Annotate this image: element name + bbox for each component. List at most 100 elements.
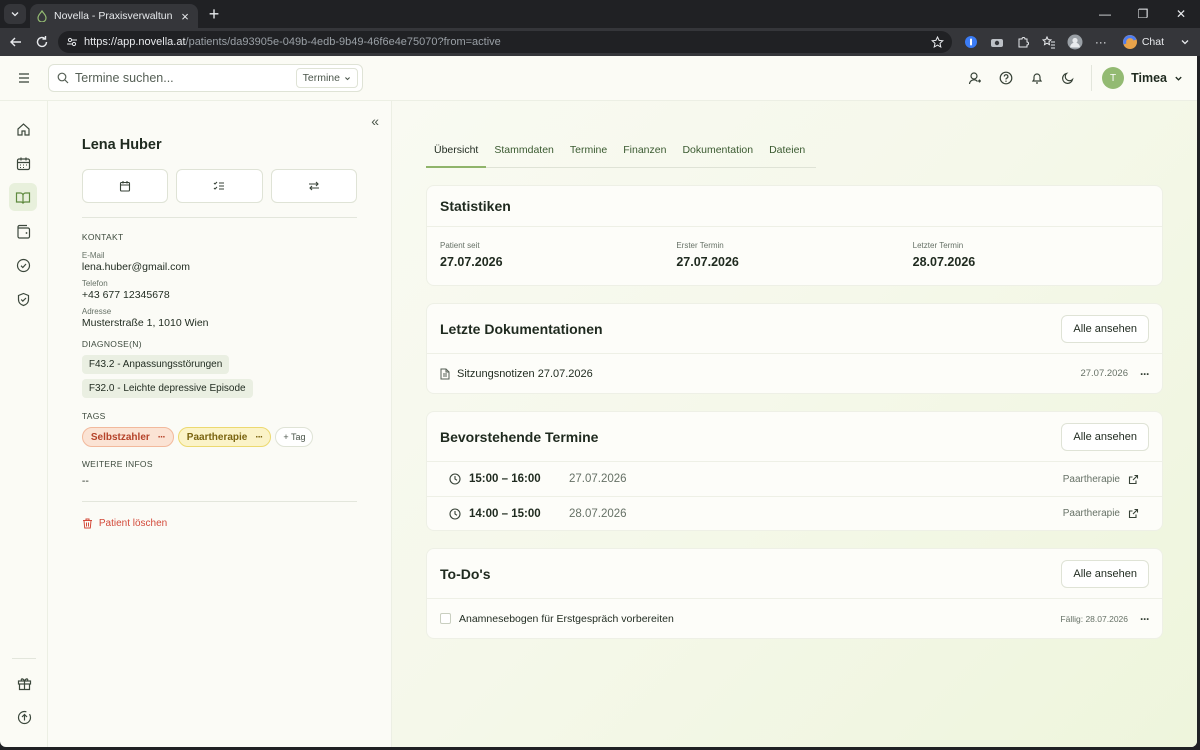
collapse-panel-icon[interactable]: « xyxy=(371,113,379,129)
app-topbar: Termine suchen... Termine T Timea xyxy=(0,56,1197,101)
user-menu[interactable]: T Timea xyxy=(1102,67,1183,89)
close-window-icon[interactable]: ✕ xyxy=(1162,0,1200,28)
dark-mode-moon-icon[interactable] xyxy=(1052,71,1083,85)
browser-tab[interactable]: Novella - Praxisverwaltung für The × xyxy=(30,4,198,28)
tab-master-data[interactable]: Stammdaten xyxy=(486,136,562,167)
address-bar[interactable]: https://app.novella.at/patients/da93905e… xyxy=(58,31,952,53)
minimize-icon[interactable]: — xyxy=(1086,0,1124,28)
card-header: Letzte Dokumentationen Alle ansehen xyxy=(427,304,1162,354)
gift-icon xyxy=(17,677,31,690)
appointments-card: Bevorstehende Termine Alle ansehen 15:00… xyxy=(426,411,1163,531)
sidebar-item-gift[interactable] xyxy=(10,669,38,697)
delete-patient-button[interactable]: Patient löschen xyxy=(82,518,357,529)
wallet-icon xyxy=(17,224,31,239)
profile-avatar-icon[interactable] xyxy=(1066,33,1084,51)
sidebar-item-finances[interactable] xyxy=(9,217,37,245)
view-all-documentation-button[interactable]: Alle ansehen xyxy=(1061,314,1149,343)
tab-search-button[interactable] xyxy=(4,4,26,24)
bookmark-star-icon[interactable] xyxy=(930,35,944,49)
appointment-row[interactable]: 14:00 – 15:00 28.07.2026 Paartherapie xyxy=(427,496,1162,530)
statistics-grid: Patient seit 27.07.2026 Erster Termin 27… xyxy=(427,227,1162,285)
stat-value: 27.07.2026 xyxy=(440,255,503,269)
list-item[interactable]: Sitzungsnotizen 27.07.2026 27.07.2026 ··… xyxy=(427,354,1162,393)
upload-circle-icon xyxy=(17,710,31,724)
tab-finances[interactable]: Finanzen xyxy=(615,136,674,167)
app-window: Termine suchen... Termine T Timea « Lena… xyxy=(0,56,1197,747)
checklist-button[interactable] xyxy=(176,169,263,203)
more-options-icon[interactable]: ··· xyxy=(1140,367,1150,381)
tab-files[interactable]: Dateien xyxy=(761,136,813,167)
camera-extension-icon[interactable] xyxy=(988,33,1006,51)
reload-icon[interactable] xyxy=(32,32,52,52)
tag-selbstzahler[interactable]: Selbstzahler ··· xyxy=(81,427,174,447)
stat-item: Erster Termin 27.07.2026 xyxy=(676,241,912,269)
documentation-title: Letzte Dokumentationen xyxy=(440,320,603,337)
tab-overview[interactable]: Übersicht xyxy=(426,136,487,168)
extensions-puzzle-icon[interactable] xyxy=(1014,33,1032,51)
external-link-icon[interactable] xyxy=(1128,508,1139,519)
stat-label: Patient seit xyxy=(440,241,480,250)
sidebar-item-patients[interactable] xyxy=(9,183,38,211)
search-bar[interactable]: Termine suchen... Termine xyxy=(48,64,363,92)
sidebar-item-security[interactable] xyxy=(9,285,37,313)
user-name: Timea xyxy=(1131,71,1167,85)
chevron-down-icon xyxy=(1175,76,1182,81)
sidebar-item-upload[interactable] xyxy=(10,703,38,731)
schedule-appointment-button[interactable] xyxy=(81,169,169,203)
phone-label: Telefon xyxy=(81,279,108,288)
restore-icon[interactable]: ❐ xyxy=(1124,0,1162,28)
tab-title: Novella - Praxisverwaltung für The xyxy=(54,10,172,22)
tab-close-icon[interactable]: × xyxy=(178,9,192,24)
menu-icon[interactable] xyxy=(0,73,48,83)
sidebar-chevron-icon[interactable] xyxy=(1176,33,1194,51)
card-header: To-Do's Alle ansehen xyxy=(427,549,1162,599)
trash-icon xyxy=(82,518,92,529)
statistics-title: Statistiken xyxy=(440,198,511,214)
back-icon[interactable] xyxy=(6,32,26,52)
calendar-icon xyxy=(119,181,131,192)
stat-item: Patient seit 27.07.2026 xyxy=(440,241,676,269)
new-tab-icon[interactable]: + xyxy=(204,4,224,24)
chat-button[interactable]: Chat xyxy=(1118,34,1168,50)
view-all-todos-button[interactable]: Alle ansehen xyxy=(1061,559,1149,588)
open-book-icon xyxy=(16,191,31,204)
transfer-button[interactable] xyxy=(270,169,357,203)
add-tag-button[interactable]: + Tag xyxy=(275,427,314,447)
documentation-card: Letzte Dokumentationen Alle ansehen Sitz… xyxy=(426,303,1163,394)
external-link-icon[interactable] xyxy=(1128,474,1139,485)
address-value: Musterstraße 1, 1010 Wien xyxy=(81,317,209,329)
tab-appointments[interactable]: Termine xyxy=(562,136,615,167)
site-info-icon[interactable] xyxy=(66,36,78,48)
appointment-type: Paartherapie xyxy=(1062,473,1120,485)
patient-name: Lena Huber xyxy=(81,137,162,153)
chevron-down-icon xyxy=(345,76,350,80)
tab-documentation[interactable]: Dokumentation xyxy=(674,136,761,167)
more-options-icon[interactable]: ··· xyxy=(1140,612,1150,626)
help-icon[interactable] xyxy=(990,71,1021,85)
appointment-row[interactable]: 15:00 – 16:00 27.07.2026 Paartherapie xyxy=(427,462,1162,496)
copilot-icon xyxy=(1122,35,1137,49)
search-scope-select[interactable]: Termine xyxy=(295,68,358,88)
user-switch-icon[interactable] xyxy=(959,71,990,85)
sidebar-item-home[interactable] xyxy=(9,115,37,143)
search-input[interactable]: Termine suchen... xyxy=(75,71,290,85)
password-manager-icon[interactable] xyxy=(962,33,980,51)
notifications-bell-icon[interactable] xyxy=(1021,71,1052,85)
chevron-down-icon xyxy=(11,12,19,17)
sidebar-item-calendar[interactable] xyxy=(9,149,37,177)
stat-item: Letzter Termin 28.07.2026 xyxy=(913,241,1149,269)
tag-menu-icon[interactable]: ··· xyxy=(158,432,166,443)
sidebar-item-tasks[interactable] xyxy=(9,251,37,279)
diagnosis-chip: F43.2 - Anpassungsstörungen xyxy=(81,355,230,374)
view-all-appointments-button[interactable]: Alle ansehen xyxy=(1061,422,1149,451)
todo-checkbox[interactable] xyxy=(440,613,451,624)
delete-label: Patient löschen xyxy=(98,518,168,529)
todo-due-date: Fällig: 28.07.2026 xyxy=(1060,613,1128,624)
stat-label: Letzter Termin xyxy=(912,241,964,250)
document-name: Sitzungsnotizen 27.07.2026 xyxy=(457,367,593,380)
favorites-icon[interactable] xyxy=(1040,33,1058,51)
tag-paartherapie[interactable]: Paartherapie ··· xyxy=(177,427,272,447)
tags-title: TAGS xyxy=(81,411,106,421)
more-menu-icon[interactable]: ··· xyxy=(1092,33,1110,51)
tag-menu-icon[interactable]: ··· xyxy=(255,432,263,443)
